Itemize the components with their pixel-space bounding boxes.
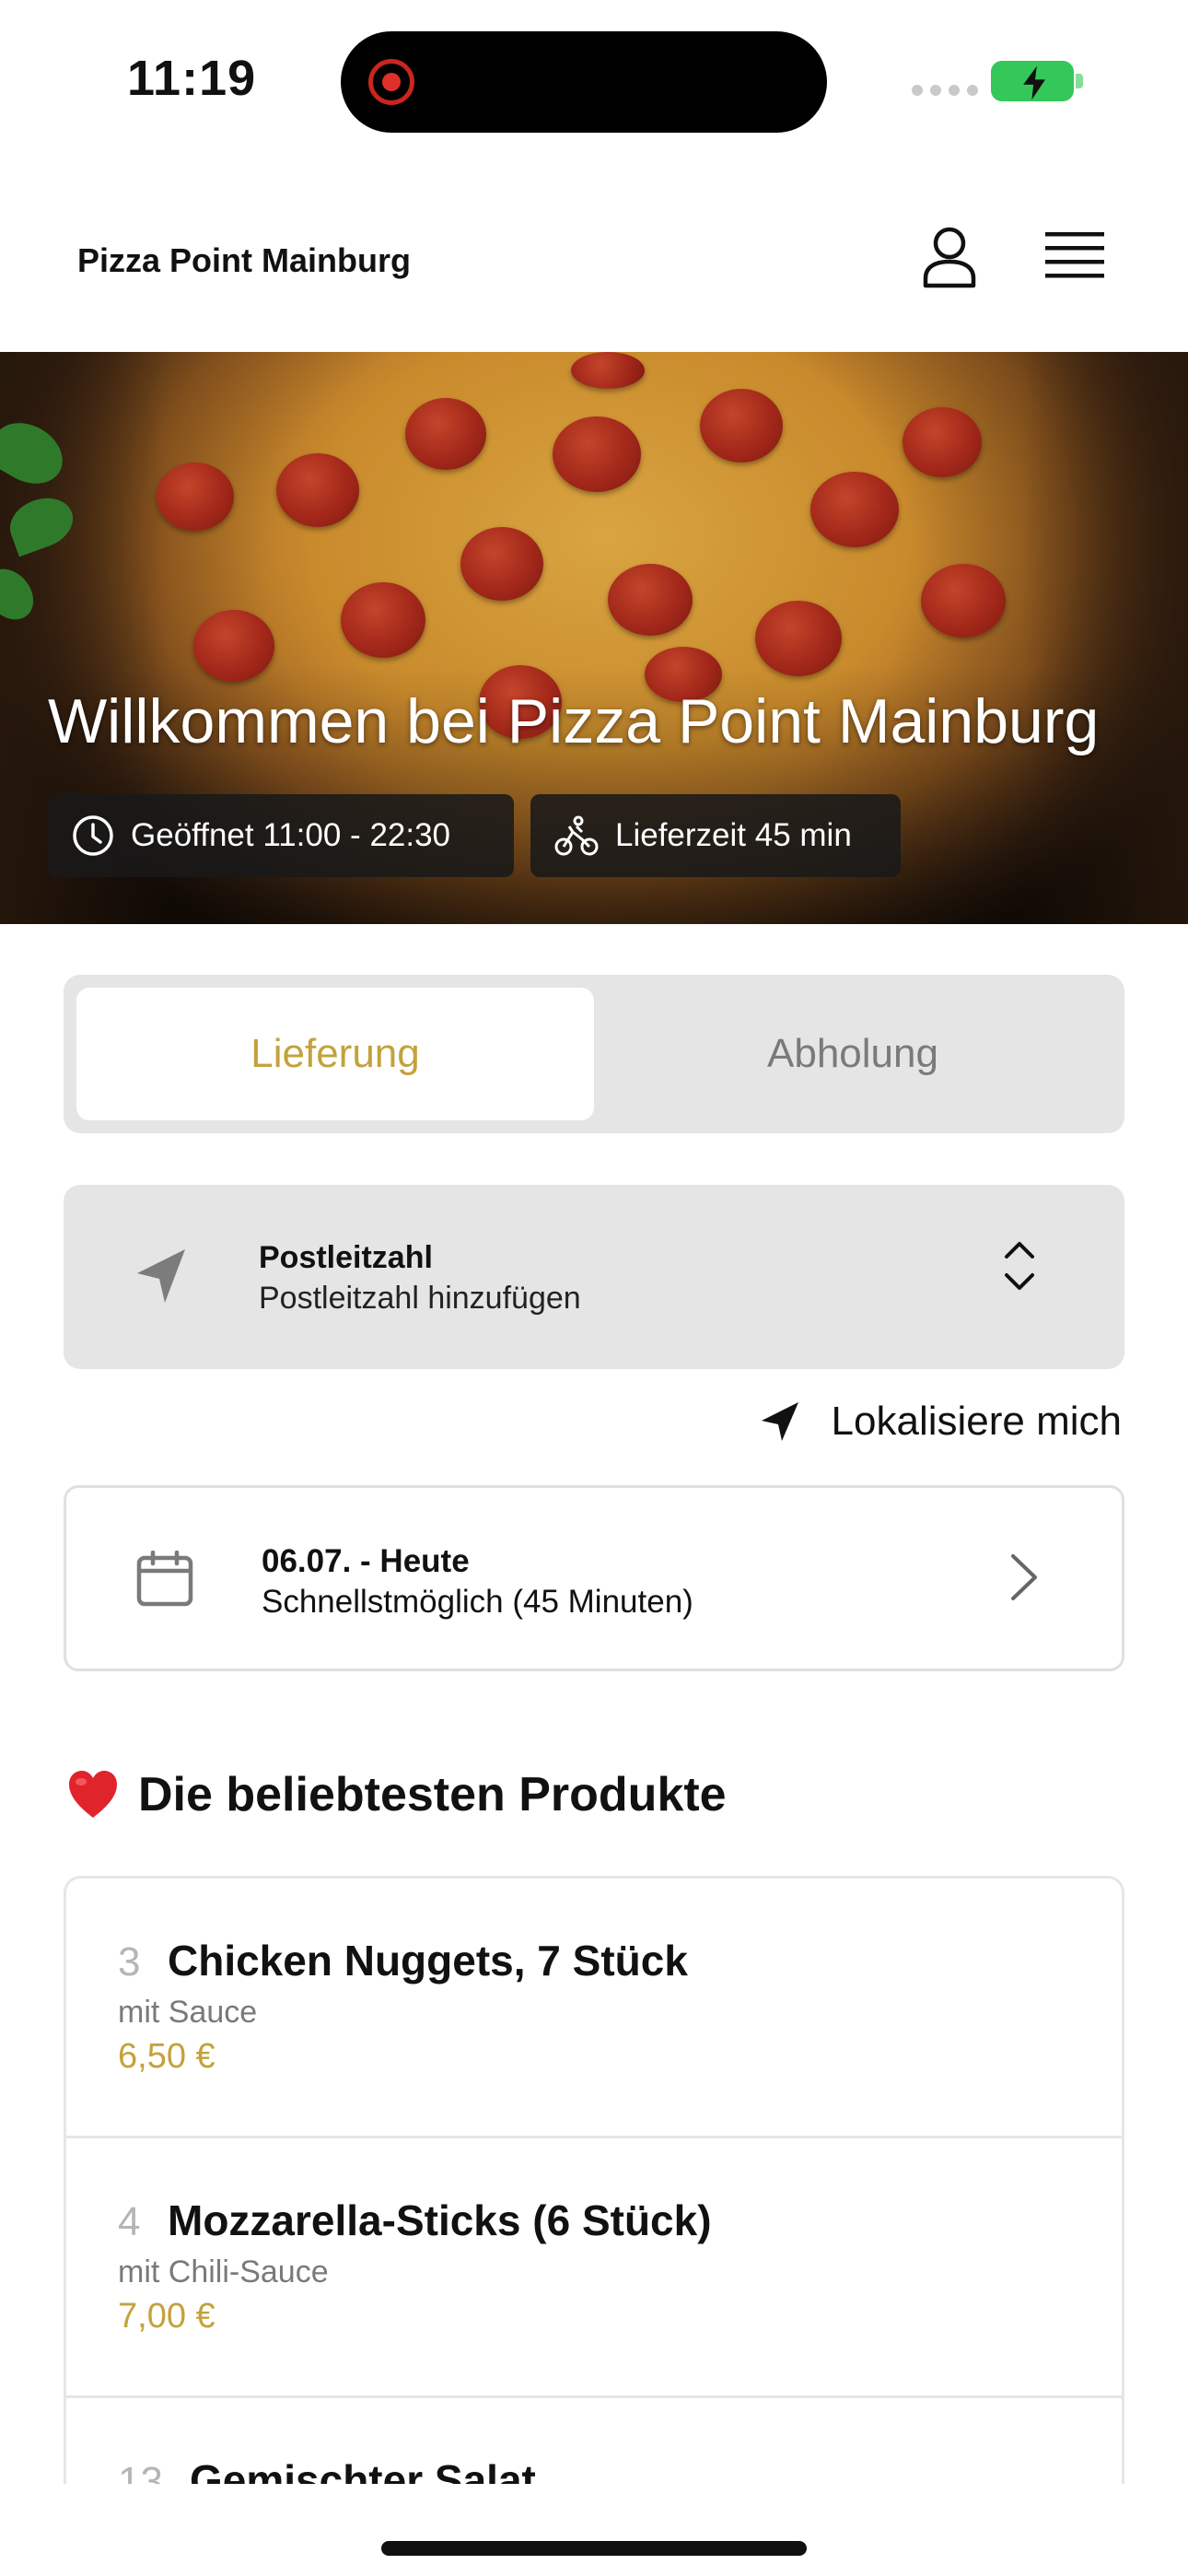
product-number: 3 [118,1939,141,1985]
product-item[interactable]: 4 Mozzarella-Sticks (6 Stück) mit Chili-… [66,2138,1122,2398]
hero-banner: Willkommen bei Pizza Point Mainburg Geöf… [0,352,1188,924]
clock-icon [73,815,113,856]
product-name: Chicken Nuggets, 7 Stück [168,1937,688,1985]
popular-products-title: Die beliebtesten Produkte [138,1768,727,1821]
popular-products-heading: Die beliebtesten Produkte [66,1767,727,1822]
screen-record-icon [368,59,414,105]
app-header: Pizza Point Mainburg [0,166,1188,352]
account-button[interactable] [912,219,987,295]
delivery-time-badge: Lieferzeit 45 min [530,794,901,877]
product-description: mit Chili-Sauce [118,2254,329,2289]
heart-icon [69,1771,117,1818]
dynamic-island [341,31,827,133]
order-mode-toggle: Lieferung Abholung [64,975,1124,1133]
menu-button[interactable] [1037,219,1112,295]
product-price: 7,00 € [118,2297,215,2336]
date-label: 06.07. - Heute [262,1543,470,1579]
location-arrow-icon [137,1249,185,1303]
hamburger-menu-icon [1045,232,1104,278]
product-item[interactable]: 13 Gemischter Salat [66,2398,1122,2484]
locate-me-button[interactable]: Lokalisiere mich [760,1399,1122,1445]
bicycle-courier-icon [554,815,599,856]
time-value: Schnellstmöglich (45 Minuten) [262,1584,693,1620]
popular-products-list: 3 Chicken Nuggets, 7 Stück mit Sauce 6,5… [64,1876,1124,2484]
postal-code-value: Postleitzahl hinzufügen [259,1281,581,1316]
chevron-up-down-icon [1005,1242,1034,1290]
opening-hours-text: Geöffnet 11:00 - 22:30 [131,817,451,853]
product-item[interactable]: 3 Chicken Nuggets, 7 Stück mit Sauce 6,5… [66,1879,1122,2138]
product-name: Gemischter Salat [190,2456,536,2484]
product-price: 6,50 € [118,2037,215,2076]
delivery-time-selector[interactable]: 06.07. - Heute Schnellstmöglich (45 Minu… [64,1485,1124,1671]
status-bar: 11:19 [0,0,1188,166]
location-arrow-icon [761,1402,798,1441]
chevron-right-icon [1011,1554,1037,1600]
calendar-icon [136,1551,193,1607]
product-description: mit Sauce [118,1995,258,2030]
locate-me-label: Lokalisiere mich [831,1399,1122,1444]
signal-icon [912,85,978,96]
postal-code-selector[interactable]: Postleitzahl Postleitzahl hinzufügen [64,1185,1124,1369]
restaurant-title: Pizza Point Mainburg [77,241,412,279]
user-icon [923,227,976,288]
product-number: 13 [118,2459,163,2484]
product-name: Mozzarella-Sticks (6 Stück) [168,2196,712,2244]
battery-charging-icon [991,61,1083,101]
opening-hours-badge: Geöffnet 11:00 - 22:30 [48,794,514,877]
postal-code-label: Postleitzahl [259,1240,433,1275]
tab-delivery[interactable]: Lieferung [76,988,594,1120]
delivery-time-text: Lieferzeit 45 min [615,817,852,853]
status-time: 11:19 [127,51,257,106]
home-indicator[interactable] [381,2541,807,2556]
product-number: 4 [118,2199,141,2244]
tab-pickup[interactable]: Abholung [594,988,1112,1120]
hero-title: Willkommen bei Pizza Point Mainburg [48,686,1100,756]
